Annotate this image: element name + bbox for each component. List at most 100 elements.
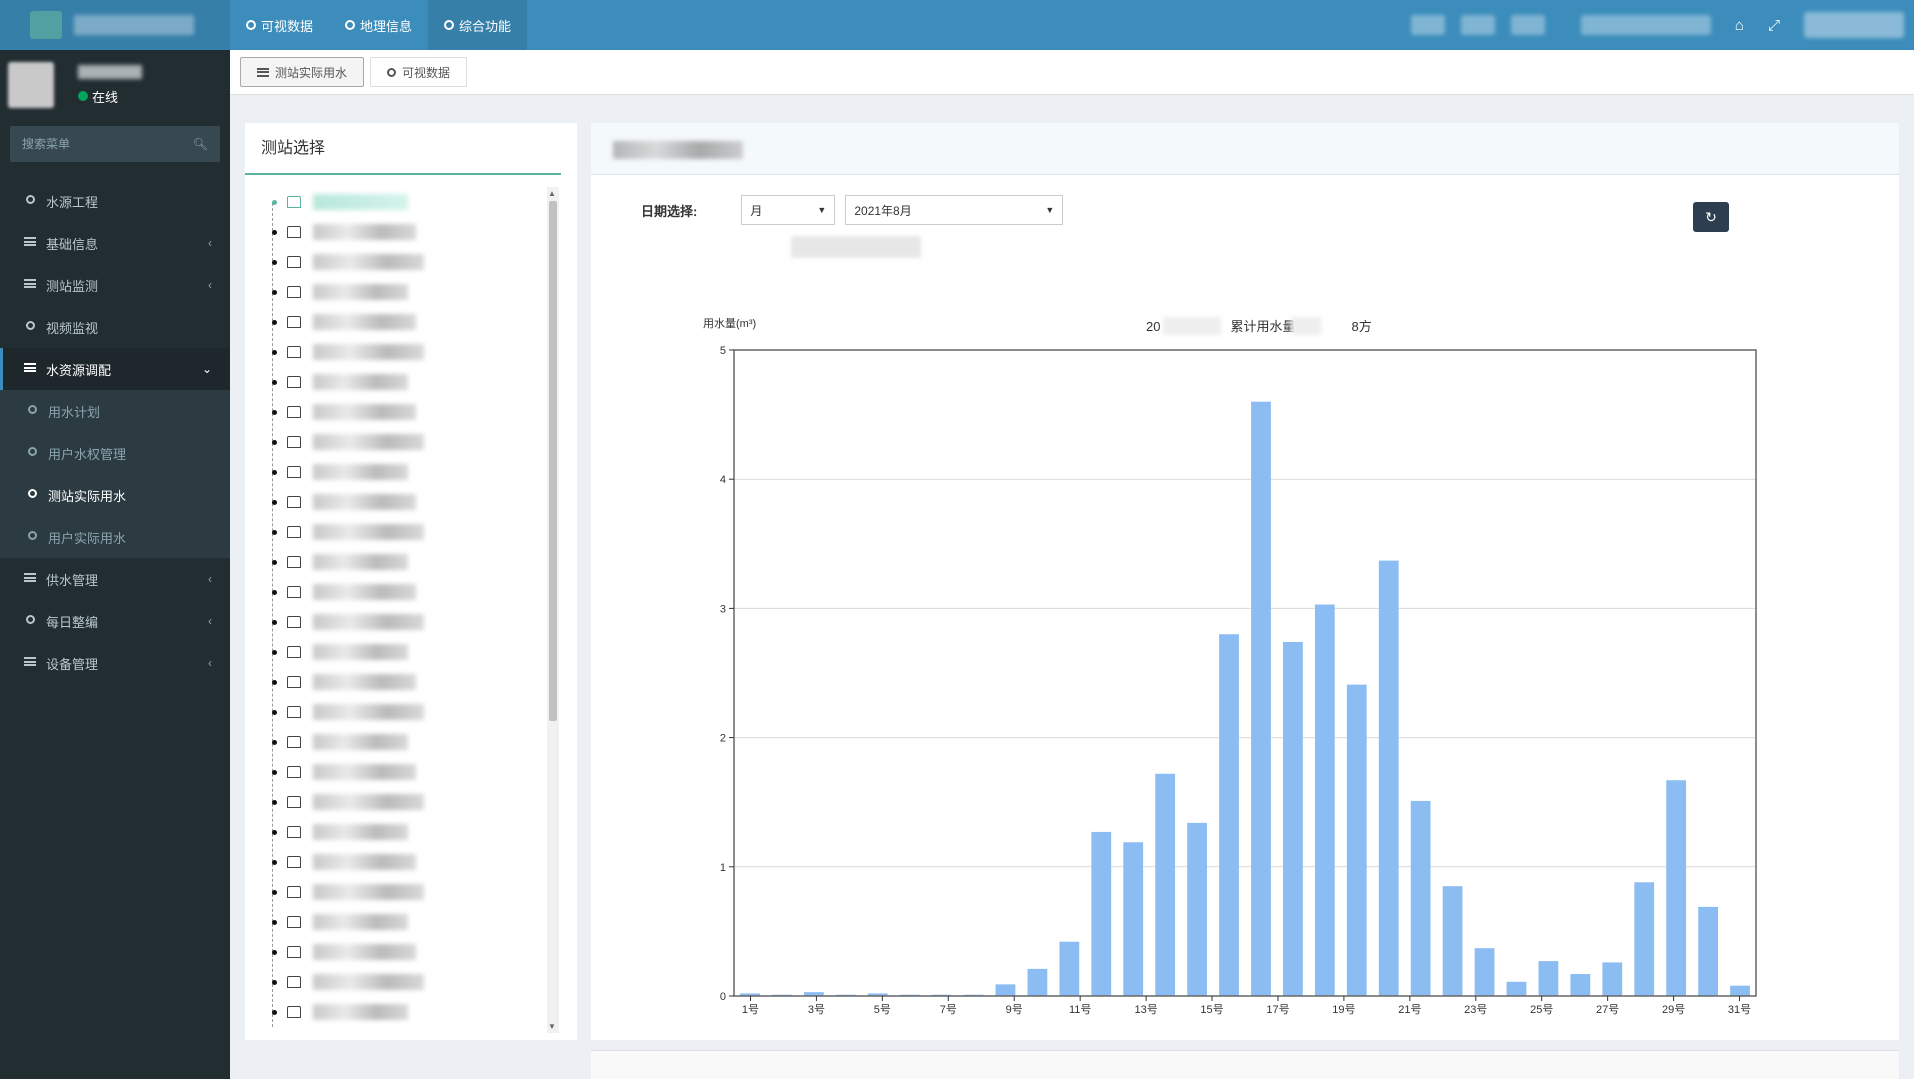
station-tree-item[interactable] [265,637,595,667]
page-tab-visual-data[interactable]: 可视数据 [370,57,468,87]
station-tree-item[interactable] [265,517,595,547]
chart-bar [1219,634,1239,996]
menu-search: 🔍︎ [10,126,220,162]
tree-bullet-icon [272,649,277,655]
tab-visual-data[interactable]: 可视数据 [230,0,329,50]
circle-icon [444,20,455,30]
sidebar-item-water-dispatch[interactable]: 水资源调配 ⌄ [0,348,230,390]
scroll-up-icon[interactable]: ▲ [548,189,556,198]
tab-label: 可视数据 [261,18,314,34]
station-tree-item[interactable] [265,337,595,367]
submenu-item-label: 用水计划 [48,404,101,420]
station-name-blurred [313,464,408,480]
station-tree-item[interactable] [265,607,595,637]
station-name-blurred [313,194,408,210]
station-tree-item[interactable] [265,787,595,817]
station-icon [287,616,301,628]
station-icon [287,856,301,868]
sidebar-item-supply-manage[interactable]: 供水管理 ‹ [0,558,230,600]
chart-bar [1634,882,1655,996]
station-tree-item[interactable] [265,397,595,427]
station-tree-item[interactable] [265,457,595,487]
chart-bar [1251,401,1271,996]
scroll-thumb[interactable] [549,201,557,721]
station-tree-item[interactable] [265,997,595,1027]
chart-panel: 日期选择: 月 ▼ 2021年8月 ▼ ↻ 20 累计用水量 8方 用水量(m³) 01… [591,123,1899,1040]
logo-icon [30,11,62,39]
submenu-item-water-plan[interactable]: 用水计划 [0,390,230,432]
tree-bullet-icon [272,289,277,295]
sidebar-item-device-manage[interactable]: 设备管理 ‹ [0,642,230,684]
station-tree-item[interactable] [265,367,595,397]
station-tree-item[interactable] [265,577,595,607]
station-tree-item[interactable] [265,727,595,757]
home-icon[interactable]: ⌂ [1735,17,1744,34]
station-tree-item[interactable] [265,937,595,967]
station-icon [287,436,301,448]
sidebar-item-daily-compile[interactable]: 每日整编 ‹ [0,600,230,642]
station-icon [287,346,301,358]
panel-title: 测站选择 [245,123,561,175]
station-tree-item[interactable] [265,817,595,847]
tree-bullet-icon [272,589,277,595]
station-icon [287,916,301,928]
station-tree-item[interactable] [265,277,595,307]
y-tick-label: 1 [720,862,726,874]
scroll-down-icon[interactable]: ▼ [548,1022,556,1031]
station-tree-item[interactable] [265,247,595,277]
fullscreen-icon[interactable]: ⤢ [1768,17,1780,34]
chart-bar [1602,962,1623,996]
sidebar-item-video-monitor[interactable]: 视频监视 [0,306,230,348]
user-menu[interactable] [1804,12,1904,38]
station-tree-item[interactable] [265,487,595,517]
tree-bullet-icon [272,259,277,265]
station-tree-item[interactable] [265,877,595,907]
page-tab-station-actual-water[interactable]: 测站实际用水 [240,57,365,87]
brand-logo-area[interactable] [0,0,230,50]
station-tree-item[interactable] [265,217,595,247]
submenu-item-user-actual-water[interactable]: 用户实际用水 [0,516,230,558]
station-icon [287,496,301,508]
top-nav-blurred-item[interactable] [1460,15,1495,35]
station-tree-item[interactable] [265,697,595,727]
circle-icon [25,195,35,204]
station-tree-item[interactable] [265,847,595,877]
chart-bar [1091,831,1112,996]
search-input[interactable] [22,137,182,151]
circle-icon [27,447,37,456]
station-tree-item[interactable] [265,307,595,337]
tab-geo-info[interactable]: 地理信息 [329,0,428,50]
tree-bullet-icon [272,799,277,805]
station-tree-item[interactable] [265,667,595,697]
user-panel: 在线 [0,50,230,120]
circle-icon [387,67,397,77]
tab-label: 地理信息 [360,18,413,34]
tree-bullet-icon [272,919,277,925]
submenu-item-station-actual-water[interactable]: 测站实际用水 [0,474,230,516]
station-tree-item[interactable] [265,547,595,577]
station-tree-item[interactable] [265,907,595,937]
submenu-item-label: 用户水权管理 [48,446,127,462]
station-tree-item[interactable] [265,757,595,787]
chart-bar [1027,968,1048,996]
station-panel: 测站选择 ▲ ▼ [245,123,577,1040]
top-nav-blurred-item[interactable] [1410,15,1445,35]
top-nav-blurred-item[interactable] [1580,15,1711,35]
station-tree-item[interactable] [265,427,595,457]
station-tree-item[interactable] [265,967,595,997]
chart-title-redaction [1163,317,1221,335]
search-icon[interactable]: 🔍︎ [193,137,208,151]
station-tree-item[interactable] [265,187,595,217]
tree-bullet-icon [272,769,277,775]
tree-bullet-icon [272,889,277,895]
station-icon [287,196,301,208]
station-name-blurred [313,374,408,390]
sidebar-item-label: 每日整编 [46,614,99,630]
sidebar-item-water-source[interactable]: 水源工程 [0,180,230,222]
sidebar-item-basic-info[interactable]: 基础信息 ‹ [0,222,230,264]
tab-integrated-functions[interactable]: 综合功能 [428,0,528,50]
submenu-item-user-water-rights[interactable]: 用户水权管理 [0,432,230,474]
sidebar-item-station-monitor[interactable]: 测站监测 ‹ [0,264,230,306]
top-nav-blurred-item[interactable] [1510,15,1545,35]
tree-scrollbar[interactable]: ▲ ▼ [547,187,559,1033]
